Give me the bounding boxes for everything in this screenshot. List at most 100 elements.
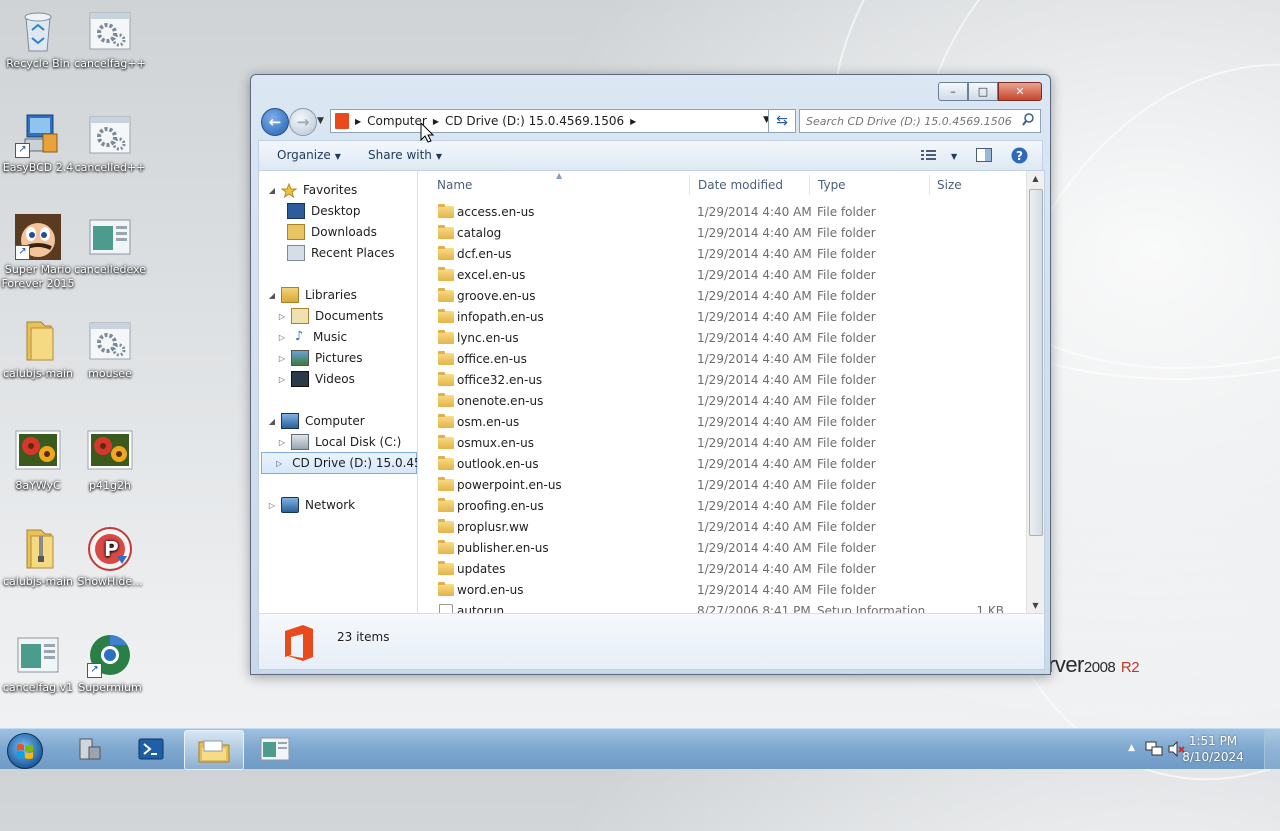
preview-pane-button[interactable] — [976, 148, 992, 165]
vertical-scrollbar[interactable]: ▲ ▼ — [1026, 171, 1044, 614]
file-row[interactable]: publisher.en-us 1/29/2014 4:40 AM File fol… — [418, 538, 1026, 559]
taskbar-clock[interactable]: 1:51 PM 8/10/2024 — [1178, 733, 1248, 765]
collapsed-arrow-icon[interactable]: ▷ — [277, 333, 287, 342]
search-icon[interactable] — [1022, 113, 1034, 129]
file-row[interactable]: word.en-us 1/29/2014 4:40 AM File folder — [418, 580, 1026, 601]
taskbar-powershell[interactable] — [122, 730, 180, 768]
desktop-icon-supermium[interactable]: ↗ Supermium — [72, 632, 148, 695]
search-input[interactable] — [800, 113, 1018, 129]
file-row[interactable]: infopath.en-us 1/29/2014 4:40 AM File fold… — [418, 307, 1026, 328]
file-row[interactable]: updates 1/29/2014 4:40 AM File folder — [418, 559, 1026, 580]
desktop-icon-mousee[interactable]: mousee — [72, 318, 148, 381]
expanded-arrow-icon[interactable]: ◢ — [267, 291, 277, 300]
column-header-date[interactable]: Date modified — [698, 178, 783, 192]
taskbar-app-window[interactable] — [246, 730, 304, 768]
file-row[interactable]: office32.en-us 1/29/2014 4:40 AM File fold… — [418, 370, 1026, 391]
file-row[interactable]: access.en-us 1/29/2014 4:40 AM File folder — [418, 202, 1026, 223]
column-divider[interactable] — [809, 175, 810, 195]
network-tray-icon[interactable] — [1145, 741, 1163, 760]
search-box[interactable] — [799, 109, 1041, 133]
desktop-icon-calubjs-main-zip[interactable]: calubjs-main — [0, 526, 76, 589]
organize-button[interactable]: Organize ▼ — [277, 148, 341, 162]
desktop-icon-cancelfag-v1[interactable]: cancelfag.v1 — [0, 632, 76, 695]
nav-computer[interactable]: ◢ Computer — [267, 411, 365, 431]
refresh-button[interactable]: ⇆ — [768, 109, 796, 133]
collapsed-arrow-icon[interactable]: ▷ — [277, 375, 287, 384]
desktop-icon-showhide[interactable]: P ShowHide... — [72, 526, 148, 589]
file-row[interactable]: lync.en-us 1/29/2014 4:40 AM File folder — [418, 328, 1026, 349]
nav-network[interactable]: ▷ Network — [267, 495, 355, 515]
collapsed-arrow-icon[interactable]: ▷ — [276, 459, 282, 468]
show-hidden-icons-button[interactable]: ▲ — [1128, 743, 1135, 753]
scroll-up-arrow-icon[interactable]: ▲ — [1027, 171, 1044, 187]
file-row[interactable]: dcf.en-us 1/29/2014 4:40 AM File folder — [418, 244, 1026, 265]
collapsed-arrow-icon[interactable]: ▷ — [277, 438, 287, 447]
back-button[interactable]: ← — [261, 108, 289, 136]
navigation-pane: ◢ Favorites Desktop Downloads Recent Pla… — [259, 171, 418, 614]
address-bar[interactable]: ▶ Computer ▶ CD Drive (D:) 15.0.4569.150… — [330, 109, 775, 133]
file-row[interactable]: office.en-us 1/29/2014 4:40 AM File folder — [418, 349, 1026, 370]
desktop-icon-label: p41g2h — [89, 479, 131, 492]
nav-favorites[interactable]: ◢ Favorites — [267, 180, 357, 200]
show-desktop-button[interactable] — [1264, 729, 1280, 769]
breadcrumb-separator-icon[interactable]: ▶ — [628, 117, 638, 126]
desktop-icon-8aywyc[interactable]: 8aYWyC — [0, 430, 76, 493]
column-header-name[interactable]: Name — [437, 178, 472, 192]
nav-downloads[interactable]: Downloads — [287, 222, 377, 242]
nav-music[interactable]: ▷ ♪ Music — [277, 327, 347, 347]
taskbar-windows-explorer[interactable] — [184, 730, 244, 770]
nav-recent-places[interactable]: Recent Places — [287, 243, 394, 263]
collapsed-arrow-icon[interactable]: ▷ — [277, 354, 287, 363]
nav-libraries[interactable]: ◢ Libraries — [267, 285, 357, 305]
easybcd-icon: ↗ — [15, 112, 61, 158]
breadcrumb-separator-icon[interactable]: ▶ — [353, 117, 363, 126]
column-divider[interactable] — [689, 175, 690, 195]
help-button[interactable]: ? — [1011, 147, 1028, 167]
scroll-down-arrow-icon[interactable]: ▼ — [1027, 598, 1044, 614]
view-options-dropdown[interactable]: ▼ — [947, 148, 957, 162]
file-row[interactable]: groove.en-us 1/29/2014 4:40 AM File folder — [418, 286, 1026, 307]
file-row[interactable]: osm.en-us 1/29/2014 4:40 AM File folder — [418, 412, 1026, 433]
expanded-arrow-icon[interactable]: ◢ — [267, 417, 277, 426]
file-row[interactable]: powerpoint.en-us 1/29/2014 4:40 AM File fo… — [418, 475, 1026, 496]
scrollbar-thumb[interactable] — [1029, 189, 1043, 536]
column-header-type[interactable]: Type — [818, 178, 846, 192]
desktop-icon-calubjs-main-folder[interactable]: calubjs-main — [0, 318, 76, 381]
nav-pictures[interactable]: ▷ Pictures — [277, 348, 363, 368]
expanded-arrow-icon[interactable]: ◢ — [267, 186, 277, 195]
forward-button[interactable]: → — [289, 108, 317, 136]
desktop-icon-super-mario[interactable]: ↗ Super Mario Forever 2015 — [0, 214, 76, 291]
file-row[interactable]: proplusr.ww 1/29/2014 4:40 AM File folder — [418, 517, 1026, 538]
file-row[interactable]: onenote.en-us 1/29/2014 4:40 AM File folde… — [418, 391, 1026, 412]
nav-videos[interactable]: ▷ Videos — [277, 369, 355, 389]
share-with-button[interactable]: Share with ▼ — [368, 148, 442, 162]
maximize-button[interactable]: □ — [968, 82, 998, 101]
file-date-modified: 1/29/2014 4:40 AM — [697, 478, 812, 492]
recent-pages-dropdown[interactable]: ▼ — [317, 116, 324, 126]
nav-local-disk[interactable]: ▷ Local Disk (C:) — [277, 432, 401, 452]
change-view-button[interactable] — [921, 149, 937, 164]
file-row[interactable]: osmux.en-us 1/29/2014 4:40 AM File folder — [418, 433, 1026, 454]
start-button[interactable] — [7, 733, 43, 769]
minimize-button[interactable]: – — [938, 82, 968, 101]
desktop-icon-cancelled-plus[interactable]: cancelled++ — [72, 112, 148, 175]
desktop-icon-cancelledexe[interactable]: cancelledexe — [72, 214, 148, 277]
collapsed-arrow-icon[interactable]: ▷ — [267, 501, 277, 510]
file-row[interactable]: outlook.en-us 1/29/2014 4:40 AM File folde… — [418, 454, 1026, 475]
collapsed-arrow-icon[interactable]: ▷ — [277, 312, 287, 321]
file-row[interactable]: proofing.en-us 1/29/2014 4:40 AM File fold… — [418, 496, 1026, 517]
close-button[interactable]: ✕ — [998, 82, 1042, 101]
desktop-icon-recycle-bin[interactable]: Recycle Bin — [0, 8, 76, 71]
desktop-icon-cancelfag-plus[interactable]: cancelfag++ — [72, 8, 148, 71]
column-divider[interactable] — [929, 175, 930, 195]
file-row[interactable]: catalog 1/29/2014 4:40 AM File folder — [418, 223, 1026, 244]
column-header-size[interactable]: Size — [937, 178, 962, 192]
nav-desktop[interactable]: Desktop — [287, 201, 361, 221]
nav-cd-drive[interactable]: ▷ CD Drive (D:) 15.0.45 — [261, 452, 417, 474]
desktop-icon-easybcd[interactable]: ↗ EasyBCD 2.4 — [0, 112, 76, 175]
nav-documents[interactable]: ▷ Documents — [277, 306, 383, 326]
file-row[interactable]: excel.en-us 1/29/2014 4:40 AM File folder — [418, 265, 1026, 286]
desktop-icon-p41g2h[interactable]: p41g2h — [72, 430, 148, 493]
breadcrumb-cd-drive[interactable]: CD Drive (D:) 15.0.4569.1506 — [441, 114, 628, 128]
taskbar-server-manager[interactable] — [60, 730, 118, 768]
